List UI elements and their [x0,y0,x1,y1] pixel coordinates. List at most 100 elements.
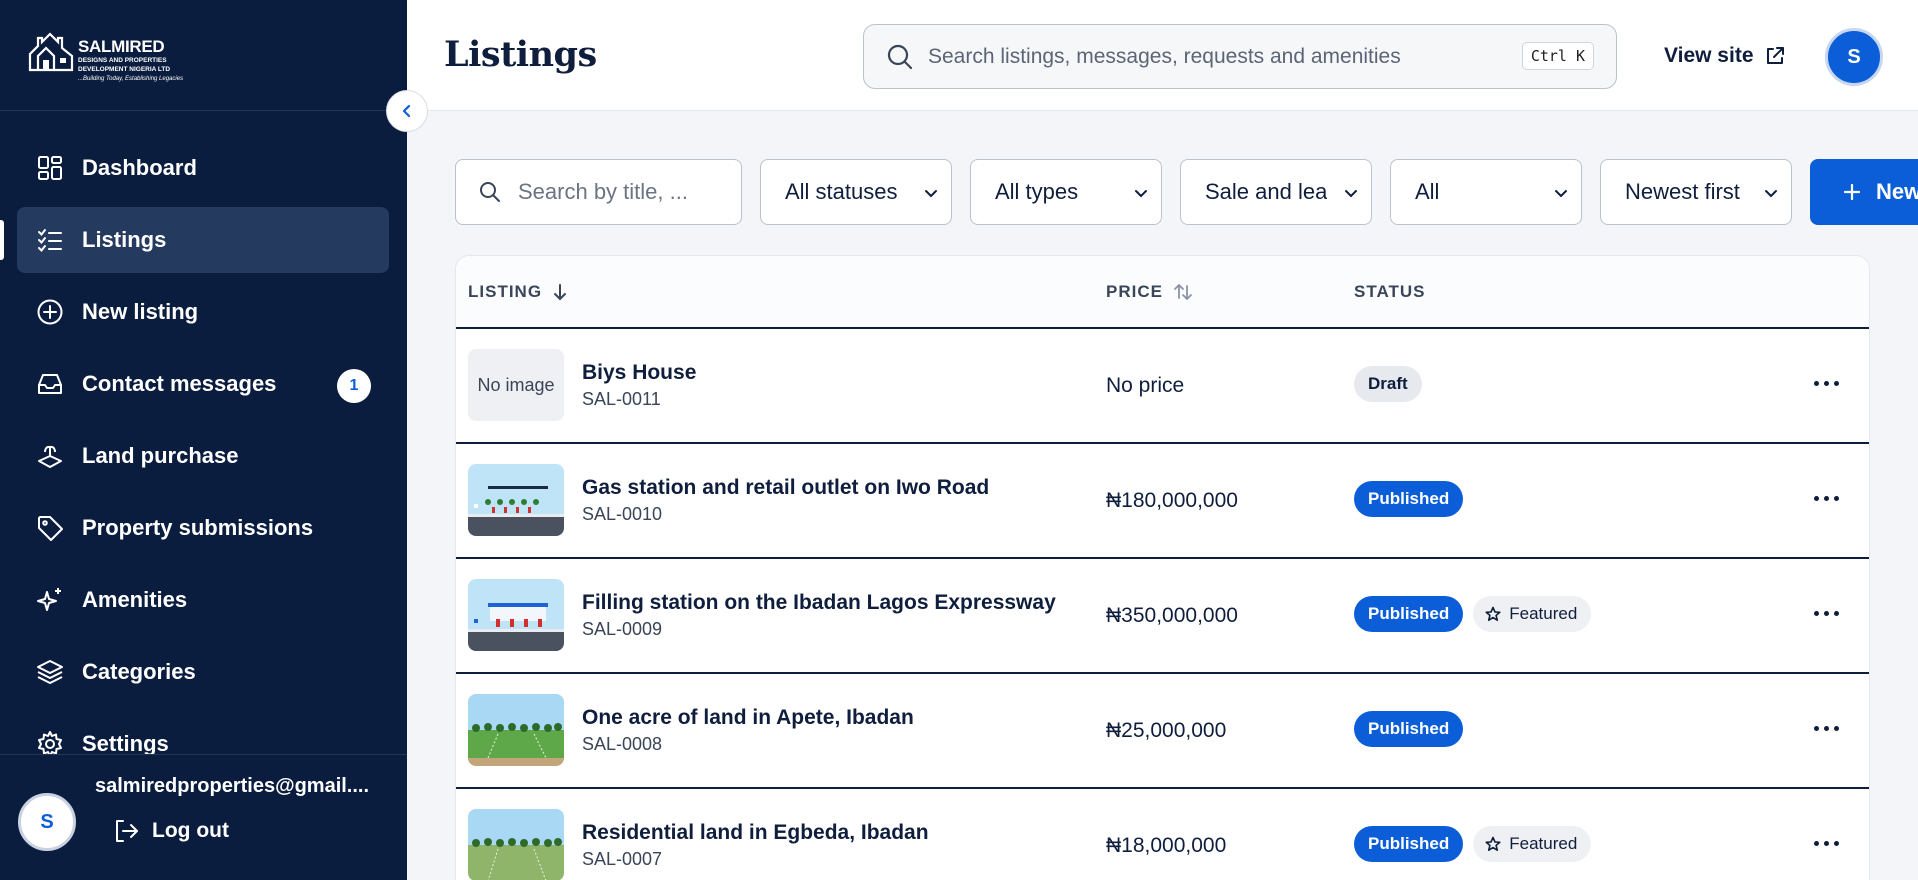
listing-search-input[interactable]: Search by title, ... [455,159,742,225]
table-row[interactable]: One acre of land in Apete, Ibadan SAL-00… [456,674,1869,789]
table-row[interactable]: No image Biys House SAL-0011 No price Dr… [456,329,1869,444]
status-badge: Published [1354,826,1464,862]
keyboard-shortcut-hint: Ctrl K [1521,42,1594,70]
brand-subtitle-1: DESIGNS AND PROPERTIES [78,57,167,64]
user-email: salmiredproperties@gmail.... [95,775,370,797]
listing-code: SAL-0011 [582,389,661,409]
brand-tagline: ...Building Today, Establishing Legacies [78,76,184,82]
select-value: Sale and lease [1205,179,1327,204]
listing-code: SAL-0008 [582,734,663,754]
sidebar-item-contact-messages[interactable]: Contact messages 1 [17,351,389,417]
star-icon [1485,836,1501,851]
sidebar-item-label: Listings [82,227,167,252]
sidebar-item-property-submissions[interactable]: Property submissions [17,495,389,561]
chevron-left-icon [402,104,411,118]
logout-button[interactable]: Log out [112,817,229,845]
row-actions-button[interactable] [1814,841,1839,846]
table-row[interactable]: Gas station and retail outlet on Iwo Roa… [456,444,1869,559]
sidebar-item-dashboard[interactable]: Dashboard [17,135,389,201]
listing-title[interactable]: Residential land in Egbeda, Ibadan [582,821,929,845]
new-listing-button[interactable]: New [1810,159,1918,225]
featured-filter-select[interactable]: All [1390,159,1582,225]
column-header-status: STATUS [1354,282,1425,302]
status-filter-select[interactable]: All statuses [760,159,952,225]
sidebar-item-label: Amenities [82,587,188,612]
column-header-price[interactable]: PRICE [1106,282,1193,302]
listing-title[interactable]: Biys House [582,361,696,385]
sidebar-item-label: Dashboard [82,155,197,180]
featured-badge: Featured [1473,826,1592,862]
table-row[interactable]: Residential land in Egbeda, Ibadan SAL-0… [456,789,1869,880]
top-header: Listings Search listings, messages, requ… [407,0,1918,111]
listing-thumbnail [468,809,564,880]
listing-code: SAL-0007 [582,849,663,869]
search-icon [887,44,913,69]
offer-mode-filter-select[interactable]: Sale and lease [1180,159,1372,225]
column-label: STATUS [1354,282,1426,301]
view-site-link[interactable]: View site [1664,44,1786,68]
listing-title[interactable]: One acre of land in Apete, Ibadan [582,706,914,730]
unread-count-badge: 1 [337,369,371,403]
listing-price: ₦25,000,000 [1106,719,1227,742]
featured-badge: Featured [1473,596,1592,632]
sort-select[interactable]: Newest first [1600,159,1792,225]
sidebar-divider [0,110,407,111]
sidebar-user-panel: S salmiredproperties@gmail.... Log out [0,754,407,880]
avatar[interactable]: S [18,793,76,851]
listing-price: ₦350,000,000 [1106,604,1238,627]
select-value: All types [995,179,1079,204]
new-button-label: New [1876,179,1918,204]
listing-code: SAL-0010 [582,504,663,524]
status-badge: Draft [1354,366,1422,402]
sort-arrows-icon [1174,284,1192,300]
listing-title[interactable]: Gas station and retail outlet on Iwo Roa… [582,476,989,500]
brand-subtitle-2: DEVELOPMENT NIGERIA LTD [78,66,171,73]
sidebar-item-label: Contact messages [82,371,277,396]
select-value: All [1415,179,1440,204]
row-actions-button[interactable] [1814,381,1839,386]
row-actions-button[interactable] [1814,496,1839,501]
chevron-down-icon [925,190,937,198]
column-label: LISTING [468,282,543,301]
listing-thumbnail-placeholder: No image [468,349,564,421]
search-icon [480,182,500,202]
brand-logo[interactable]: SALMIRED DESIGNS AND PROPERTIES DEVELOPM… [28,30,183,84]
sidebar-item-label: New listing [82,299,199,324]
sidebar: SALMIRED DESIGNS AND PROPERTIES DEVELOPM… [0,0,407,880]
column-header-listing[interactable]: LISTING [468,282,568,302]
featured-label: Featured [1509,834,1578,853]
brand-name: SALMIRED [78,37,165,56]
dashboard-grid-icon [35,153,65,183]
avatar[interactable]: S [1825,28,1883,86]
inbox-icon [35,369,65,399]
sidebar-item-new-listing[interactable]: New listing [17,279,389,345]
table-header: LISTING PRICE STATUS [456,256,1869,329]
star-icon [1485,606,1501,621]
tag-icon [35,513,65,543]
chevron-down-icon [1135,190,1147,198]
chevron-down-icon [1765,190,1777,198]
status-badge: Published [1354,596,1464,632]
listing-thumbnail [468,464,564,536]
global-search-input[interactable]: Search listings, messages, requests and … [863,24,1617,89]
sidebar-collapse-button[interactable] [386,90,428,132]
listing-thumbnail [468,694,564,766]
select-value: Newest first [1625,179,1740,204]
sparkles-icon [35,585,65,615]
sidebar-item-land-purchase[interactable]: Land purchase [17,423,389,489]
chevron-down-icon [1345,190,1357,198]
sidebar-item-categories[interactable]: Categories [17,639,389,705]
sort-arrow-down-icon [554,284,567,300]
listing-title[interactable]: Filling station on the Ibadan Lagos Expr… [582,591,1056,615]
global-search-placeholder: Search listings, messages, requests and … [928,44,1401,68]
row-actions-button[interactable] [1814,726,1839,731]
external-link-icon [1766,47,1784,64]
listings-table: LISTING PRICE STATUS No image Biys House… [455,255,1870,880]
type-filter-select[interactable]: All types [970,159,1162,225]
table-row[interactable]: Filling station on the Ibadan Lagos Expr… [456,559,1869,674]
sidebar-item-label: Land purchase [82,443,239,468]
sidebar-item-amenities[interactable]: Amenities [17,567,389,633]
view-site-label: View site [1664,44,1754,67]
row-actions-button[interactable] [1814,611,1839,616]
sidebar-item-listings[interactable]: Listings [0,207,389,273]
